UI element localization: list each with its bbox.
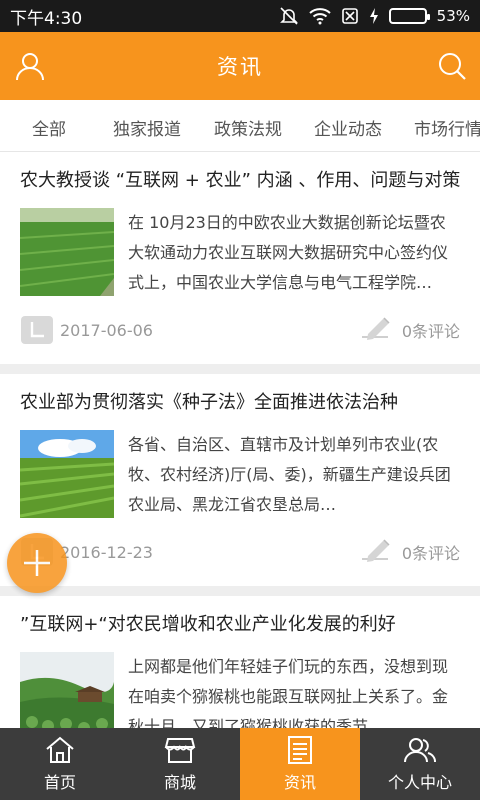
mute-notification-icon (279, 7, 298, 25)
news-card[interactable]: 农业部为贯彻落实《种子法》全面推进依法治种 各省、自治区、直辖市及计划单列市农业… (0, 374, 480, 586)
nav-home[interactable]: 首页 (0, 728, 120, 800)
news-date-text: 2016-12-23 (60, 542, 153, 562)
nav-news-label: 资讯 (283, 773, 316, 792)
battery-percent: 53% (436, 7, 470, 25)
status-icons: 53% (279, 6, 470, 26)
user-icon[interactable] (12, 48, 48, 84)
news-feed[interactable]: 农大教授谈 “互联网 + 农业” 内涵 、作用、问题与对策 在 10月23日的中… (0, 152, 480, 728)
bottom-navigation: 首页 商城 资讯 个人中心 (0, 728, 480, 800)
app-header: 资讯 (0, 32, 480, 100)
news-summary: 在 10月23日的中欧农业大数据创新论坛暨农大软通动力农业互联网大数据研究中心签… (128, 213, 449, 292)
news-thumbnail[interactable] (20, 208, 114, 296)
comment-count[interactable]: 0条评论 (360, 536, 460, 568)
nav-profile[interactable]: 个人中心 (360, 728, 480, 800)
news-summary: 各省、自治区、直辖市及计划单列市农业(农牧、农村经济)厅(局、委)，新疆生产建设… (128, 435, 451, 514)
news-title[interactable]: 农大教授谈 “互联网 + 农业” 内涵 、作用、问题与对策 (20, 166, 460, 196)
news-summary: 上网都是他们年轻娃子们玩的东西，没想到现在咱卖个猕猴桃也能跟互联网扯上关系了。金… (128, 657, 449, 728)
comment-count-text: 0条评论 (401, 544, 460, 563)
tab-exclusive[interactable]: 独家报道 (113, 115, 181, 140)
news-date-text: 2017-06-06 (60, 320, 153, 340)
news-card[interactable]: ”互联网+“对农民增收和农业产业化发展的利好 上网都是他们年轻娃子们玩的东西，没… (0, 596, 480, 728)
add-button[interactable] (7, 533, 67, 593)
news-date: 2017-06-06 (20, 315, 153, 345)
store-icon (164, 738, 196, 763)
people-icon (404, 738, 436, 763)
comment-count[interactable]: 0条评论 (360, 314, 460, 346)
home-icon (46, 736, 74, 763)
category-tabs: 全部 独家报道 政策法规 企业动态 市场行情 (0, 100, 480, 152)
comment-count-text: 0条评论 (401, 322, 460, 341)
page-title: 资讯 (217, 55, 263, 79)
search-icon[interactable] (434, 48, 470, 84)
news-title[interactable]: ”互联网+“对农民增收和农业产业化发展的利好 (20, 610, 460, 640)
nav-store-label: 商城 (163, 773, 196, 792)
news-thumbnail[interactable] (20, 652, 114, 728)
news-title[interactable]: 农业部为贯彻落实《种子法》全面推进依法治种 (20, 388, 460, 418)
status-bar: 下午4:30 53% (0, 0, 480, 32)
tab-policy[interactable]: 政策法规 (214, 115, 282, 140)
wifi-icon (308, 8, 331, 25)
nav-profile-label: 个人中心 (387, 773, 452, 792)
news-thumbnail[interactable] (20, 430, 114, 518)
charging-icon (369, 8, 378, 24)
nav-home-label: 首页 (43, 773, 76, 792)
clock-icon (21, 316, 53, 344)
edit-icon (361, 539, 390, 562)
battery-icon (388, 8, 430, 24)
tab-all[interactable]: 全部 (32, 115, 66, 140)
status-time: 下午4:30 (10, 8, 83, 29)
tab-company-news[interactable]: 企业动态 (314, 115, 382, 140)
news-icon (288, 736, 312, 764)
edit-icon (361, 317, 390, 340)
plus-icon (24, 550, 50, 576)
nav-store[interactable]: 商城 (120, 728, 240, 800)
nav-news[interactable]: 资讯 (240, 728, 360, 800)
tab-market[interactable]: 市场行情 (414, 115, 480, 140)
no-sim-icon (341, 8, 358, 24)
news-card[interactable]: 农大教授谈 “互联网 + 农业” 内涵 、作用、问题与对策 在 10月23日的中… (0, 152, 480, 364)
